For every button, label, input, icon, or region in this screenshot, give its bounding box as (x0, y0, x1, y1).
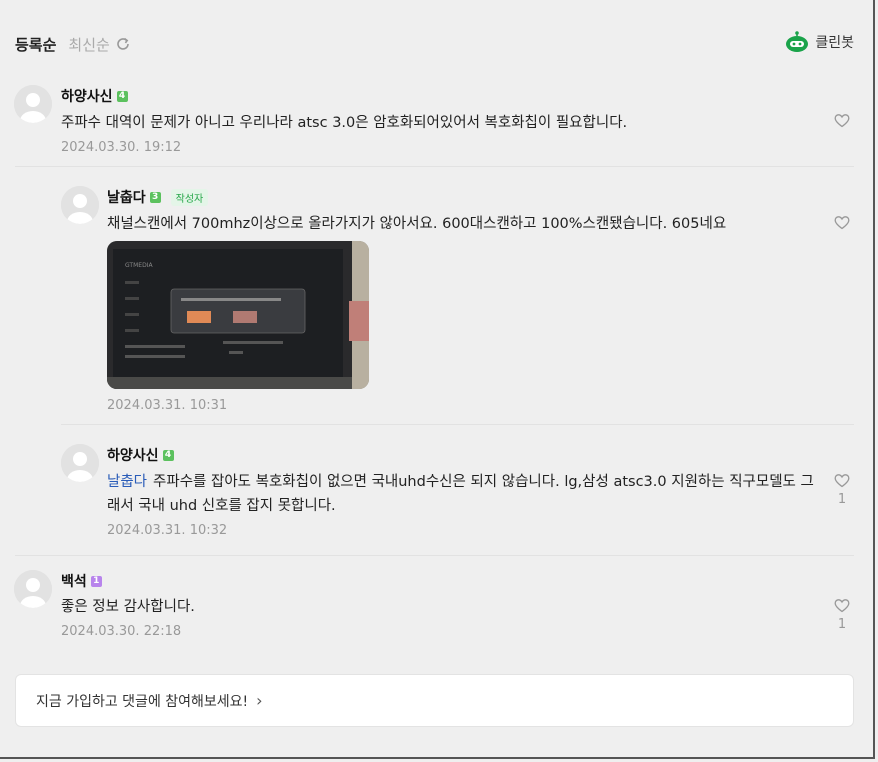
comment-text: 날춥다 주파수를 잡아도 복호화칩이 없으면 국내uhd수신은 되지 않습니다. … (107, 470, 822, 518)
default-avatar-icon (14, 85, 52, 123)
avatar[interactable] (14, 570, 52, 608)
avatar[interactable] (61, 186, 99, 224)
author-name: 백석 (61, 574, 87, 590)
sort-latest-button[interactable]: 최신순 (68, 34, 130, 55)
divider (15, 166, 854, 167)
author-name: 날춥다 (107, 190, 146, 206)
level-badge: 4 (162, 449, 174, 461)
comment-author[interactable]: 하양사신 4 (107, 445, 174, 465)
join-prompt-button[interactable]: 지금 가입하고 댓글에 참여해보세요! › (15, 674, 854, 727)
join-prompt-label: 지금 가입하고 댓글에 참여해보세요! (36, 693, 249, 710)
level-badge: 3 (149, 191, 161, 203)
default-avatar-icon (14, 570, 52, 608)
comment-date: 2024.03.31. 10:31 (107, 398, 228, 413)
cleanbot-icon (786, 31, 809, 52)
like-button[interactable] (833, 215, 851, 234)
comment-author[interactable]: 날춥다 3 작성자 (107, 187, 209, 207)
divider (15, 555, 854, 556)
sort-registered-button[interactable]: 등록순 (15, 34, 56, 55)
comment-text: 채널스캔에서 700mhz이상으로 올라가지가 않아서요. 600대스캔하고 1… (107, 216, 727, 232)
comment-body: 주파수를 잡아도 복호화칩이 없으면 국내uhd수신은 되지 않습니다. lg,… (107, 474, 814, 514)
heart-icon (834, 114, 850, 128)
level-badge: 1 (90, 575, 102, 587)
level-badge: 4 (116, 90, 128, 102)
sort-bar: 등록순 최신순 (15, 32, 131, 56)
tv-screen-photo: GTMEDIA (107, 241, 369, 389)
heart-icon (834, 599, 850, 613)
like-button[interactable] (833, 113, 851, 132)
cleanbot-button[interactable]: 클린봇 (785, 31, 854, 53)
like-count: 1 (837, 492, 847, 507)
default-avatar-icon (61, 186, 99, 224)
comment-date: 2024.03.30. 22:18 (61, 624, 182, 639)
author-name: 하양사신 (107, 448, 159, 464)
mention-link[interactable]: 날춥다 (107, 474, 147, 490)
like-button[interactable]: 1 (833, 598, 851, 632)
comment-date: 2024.03.31. 10:32 (107, 523, 228, 538)
comment-author[interactable]: 백석 1 (61, 571, 102, 591)
svg-text:GTMEDIA: GTMEDIA (125, 262, 153, 269)
divider (61, 424, 854, 425)
cleanbot-label: 클린봇 (815, 35, 854, 51)
like-count: 1 (837, 617, 847, 632)
comment-text: 주파수 대역이 문제가 아니고 우리나라 atsc 3.0은 암호화되어있어서 … (61, 115, 628, 131)
writer-badge: 작성자 (170, 188, 209, 206)
sort-latest-label: 최신순 (68, 35, 110, 54)
heart-icon (834, 474, 850, 488)
chevron-right-icon: › (256, 691, 263, 710)
author-name: 하양사신 (61, 89, 113, 105)
heart-icon (834, 216, 850, 230)
default-avatar-icon (61, 444, 99, 482)
avatar[interactable] (14, 85, 52, 123)
like-button[interactable]: 1 (833, 473, 851, 507)
comment-date: 2024.03.30. 19:12 (61, 140, 182, 155)
attached-photo[interactable]: GTMEDIA (107, 241, 369, 389)
refresh-icon (117, 37, 129, 50)
comment-text: 좋은 정보 감사합니다. (61, 599, 195, 615)
comment-author[interactable]: 하양사신 4 (61, 86, 128, 106)
avatar[interactable] (61, 444, 99, 482)
